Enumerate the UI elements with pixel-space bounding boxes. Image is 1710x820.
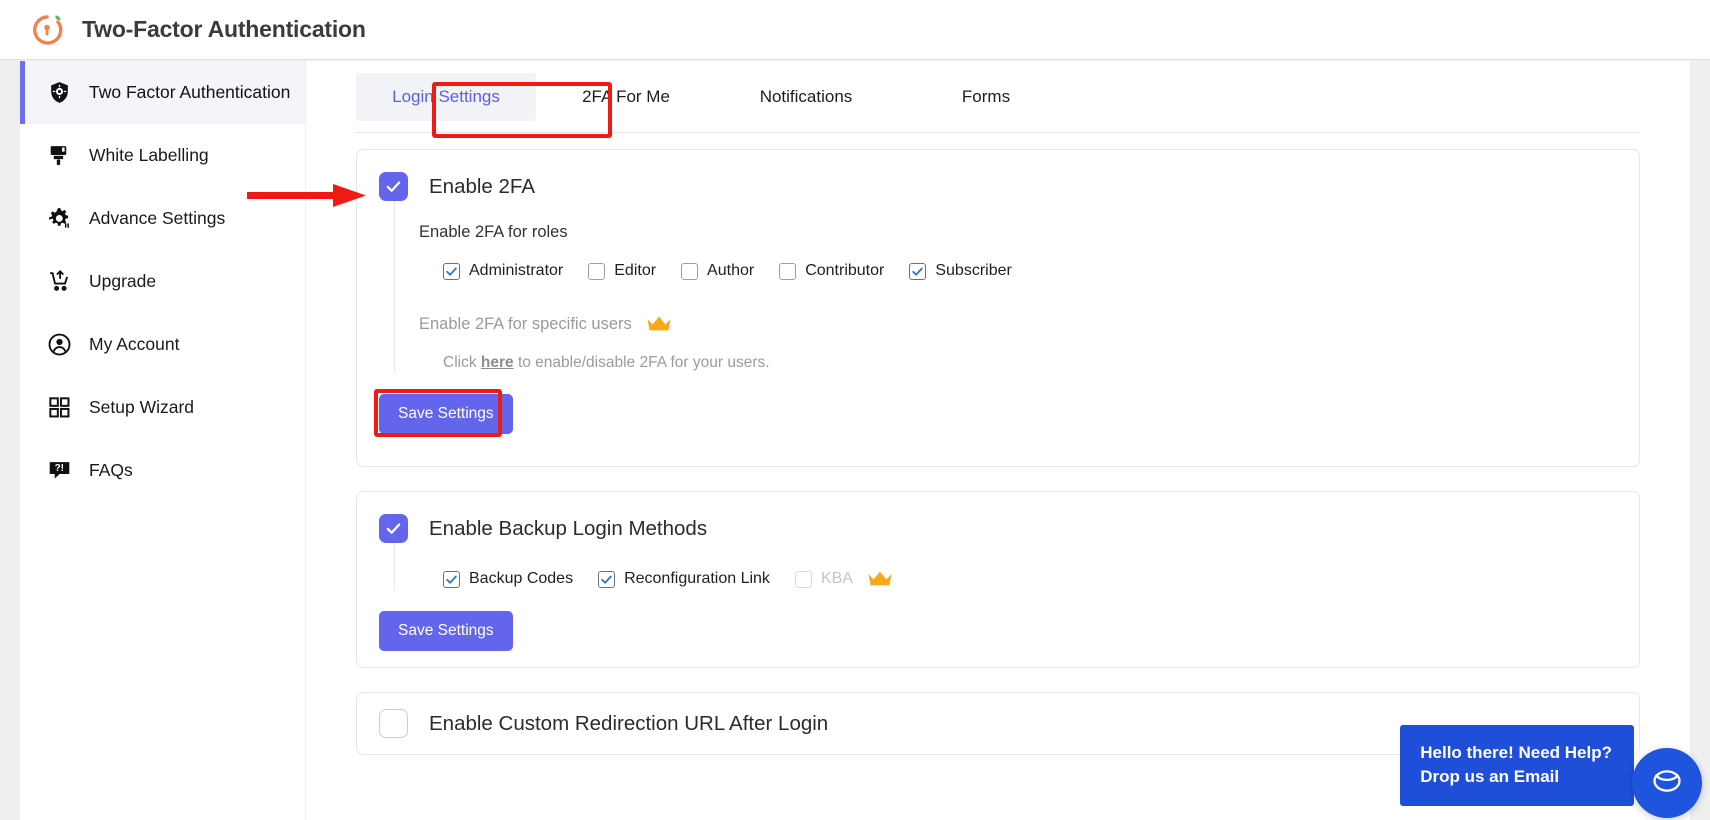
card-backup-title: Enable Backup Login Methods bbox=[429, 516, 708, 540]
card-enable-2fa: Enable 2FA Enable 2FA for roles Administ… bbox=[356, 149, 1640, 467]
role-label: Administrator bbox=[469, 262, 564, 279]
right-gutter bbox=[1690, 61, 1710, 820]
sidebar-item-label: White Labelling bbox=[89, 145, 209, 165]
save-settings-button-2fa[interactable]: Save Settings bbox=[379, 394, 513, 434]
grid-squares-icon bbox=[46, 395, 72, 421]
enable-backup-login-methods-checkbox[interactable] bbox=[379, 514, 408, 543]
card-enable-2fa-body: Enable 2FA for roles Administrator Edito… bbox=[394, 201, 1639, 372]
sidebar-item-my-account[interactable]: My Account bbox=[20, 313, 305, 376]
chat-bubble-message[interactable]: Hello there! Need Help? Drop us an Email bbox=[1400, 724, 1634, 806]
tab-bar: Login Settings 2FA For Me Notifications … bbox=[356, 61, 1640, 138]
question-bubble-icon: ?! bbox=[46, 458, 72, 484]
method-reconfiguration-link-checkbox[interactable] bbox=[598, 570, 616, 588]
card-backup-login-methods: Enable Backup Login Methods Backup Codes bbox=[356, 491, 1640, 668]
cart-upgrade-icon bbox=[46, 269, 72, 295]
card-enable-2fa-header: Enable 2FA bbox=[357, 150, 1639, 201]
sidebar-item-advance-settings[interactable]: Advance Settings bbox=[20, 187, 305, 250]
role-label: Author bbox=[707, 262, 755, 279]
app-header: Two-Factor Authentication bbox=[0, 0, 1710, 60]
hint-suffix: to enable/disable 2FA for your users. bbox=[513, 354, 770, 371]
backup-methods-row: Backup Codes Reconfiguration Link KBA bbox=[419, 569, 1639, 589]
shield-check-icon bbox=[46, 80, 72, 106]
save-settings-wrapper-2fa: Save Settings bbox=[357, 372, 513, 437]
roles-section-label: Enable 2FA for roles bbox=[419, 223, 568, 241]
method-reconfiguration-link[interactable]: Reconfiguration Link bbox=[598, 570, 770, 588]
method-label: Backup Codes bbox=[469, 570, 574, 587]
save-settings-wrapper-backup: Save Settings bbox=[357, 589, 513, 651]
method-kba-checkbox bbox=[794, 570, 812, 588]
sidebar: Two Factor Authentication White Labellin… bbox=[20, 61, 305, 820]
app-root: Two-Factor Authentication Two Factor Aut… bbox=[0, 0, 1710, 820]
role-contributor[interactable]: Contributor bbox=[779, 262, 884, 280]
specific-users-row: Enable 2FA for specific users bbox=[419, 304, 1639, 334]
role-editor-checkbox[interactable] bbox=[588, 262, 606, 280]
role-subscriber[interactable]: Subscriber bbox=[909, 262, 1012, 280]
method-backup-codes-checkbox[interactable] bbox=[443, 570, 460, 588]
main-content: Login Settings 2FA For Me Notifications … bbox=[306, 61, 1690, 820]
hint-here-link[interactable]: here bbox=[481, 354, 514, 371]
sidebar-item-label: Setup Wizard bbox=[89, 397, 195, 417]
left-gutter bbox=[0, 61, 20, 820]
sidebar-item-upgrade[interactable]: Upgrade bbox=[20, 250, 305, 313]
user-circle-icon bbox=[46, 332, 72, 358]
method-label: KBA bbox=[820, 570, 853, 587]
crown-premium-icon bbox=[867, 569, 893, 589]
card-enable-2fa-title: Enable 2FA bbox=[429, 174, 535, 198]
chat-email-button[interactable] bbox=[1632, 748, 1702, 818]
gear-icon bbox=[46, 206, 72, 232]
roles-checkbox-row: Administrator Editor Author Contributor bbox=[419, 262, 1639, 280]
sidebar-item-label: Two Factor Authentication bbox=[89, 82, 291, 102]
envelope-icon bbox=[1649, 763, 1685, 804]
sidebar-item-label: My Account bbox=[89, 334, 180, 354]
role-administrator[interactable]: Administrator bbox=[443, 262, 563, 280]
sidebar-item-label: Upgrade bbox=[89, 271, 157, 291]
lock-clock-icon bbox=[28, 11, 66, 49]
specific-users-label: Enable 2FA for specific users bbox=[419, 314, 632, 333]
method-backup-codes[interactable]: Backup Codes bbox=[443, 570, 573, 588]
card-backup-header: Enable Backup Login Methods bbox=[357, 492, 1639, 543]
tab-notifications[interactable]: Notifications bbox=[716, 73, 896, 121]
sidebar-item-two-factor-authentication[interactable]: Two Factor Authentication bbox=[20, 61, 305, 124]
crown-premium-icon bbox=[646, 314, 672, 334]
role-label: Contributor bbox=[805, 262, 885, 279]
paint-brush-icon bbox=[46, 143, 72, 169]
page-title: Two-Factor Authentication bbox=[82, 16, 366, 42]
tab-login-settings[interactable]: Login Settings bbox=[356, 72, 536, 121]
sidebar-item-faqs[interactable]: ?! FAQs bbox=[20, 439, 305, 502]
role-contributor-checkbox[interactable] bbox=[779, 262, 797, 280]
role-label: Editor bbox=[614, 262, 657, 279]
enable-2fa-checkbox[interactable] bbox=[379, 172, 408, 201]
method-kba: KBA bbox=[794, 570, 853, 588]
enable-custom-redirection-checkbox[interactable] bbox=[379, 709, 408, 738]
tab-forms[interactable]: Forms bbox=[896, 73, 1076, 121]
method-label: Reconfiguration Link bbox=[624, 570, 770, 587]
tab-2fa-for-me[interactable]: 2FA For Me bbox=[536, 73, 716, 121]
role-subscriber-checkbox[interactable] bbox=[909, 262, 927, 280]
role-author-checkbox[interactable] bbox=[681, 262, 699, 280]
save-settings-button-backup[interactable]: Save Settings bbox=[379, 611, 513, 651]
card-backup-body: Backup Codes Reconfiguration Link KBA bbox=[394, 543, 1639, 589]
sidebar-item-label: FAQs bbox=[89, 460, 133, 480]
svg-text:?!: ?! bbox=[54, 463, 63, 474]
role-administrator-checkbox[interactable] bbox=[443, 262, 460, 280]
sidebar-item-label: Advance Settings bbox=[89, 208, 226, 228]
sidebar-item-white-labelling[interactable]: White Labelling bbox=[20, 124, 305, 187]
role-label: Subscriber bbox=[935, 262, 1012, 279]
card-redirect-title: Enable Custom Redirection URL After Logi… bbox=[429, 711, 829, 735]
role-editor[interactable]: Editor bbox=[588, 262, 656, 280]
role-author[interactable]: Author bbox=[681, 262, 754, 280]
hint-prefix: Click bbox=[443, 354, 481, 371]
specific-users-hint: Click here to enable/disable 2FA for you… bbox=[419, 354, 1639, 372]
sidebar-item-setup-wizard[interactable]: Setup Wizard bbox=[20, 376, 305, 439]
